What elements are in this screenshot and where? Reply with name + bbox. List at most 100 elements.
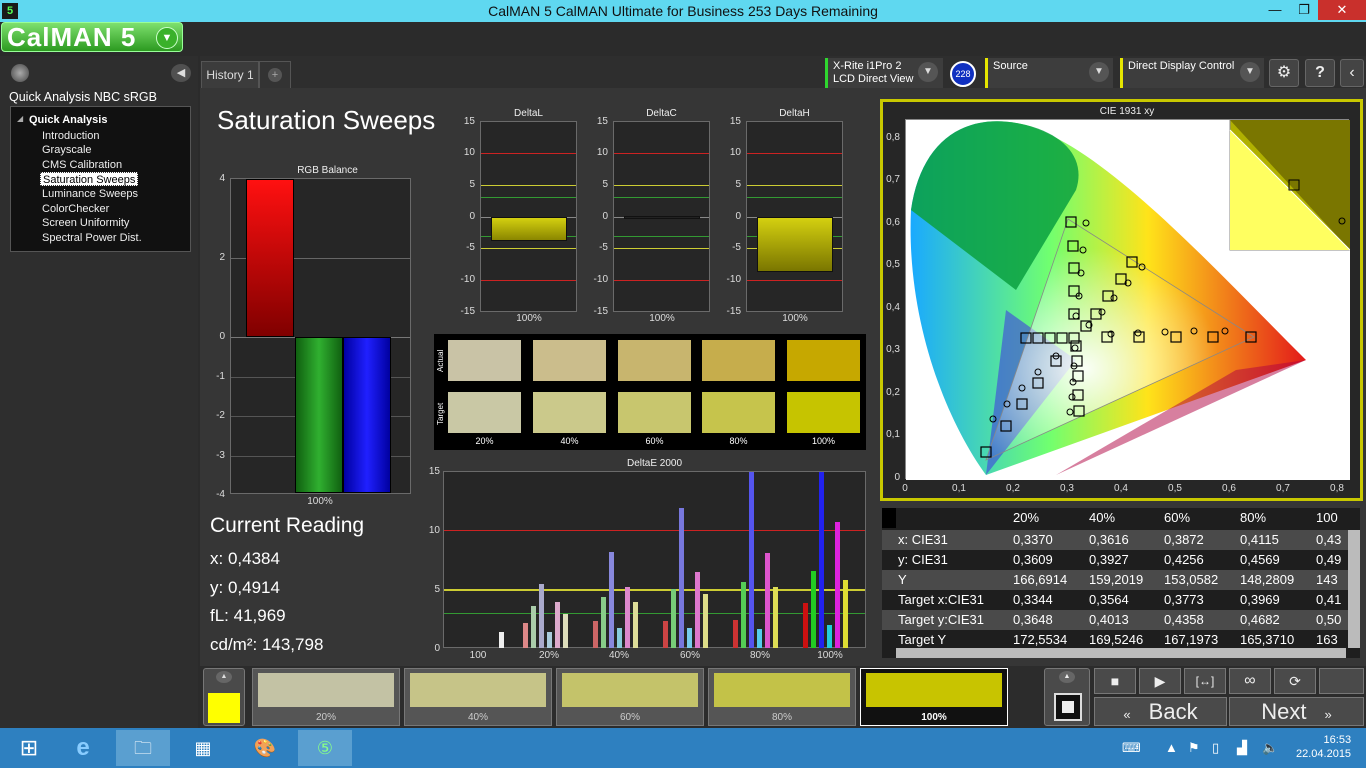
row-label: y: CIE31 [898,552,948,567]
volume-icon[interactable]: 🔈 [1262,740,1278,756]
signal-icon[interactable]: ▟ [1237,740,1247,756]
cie-ytick: 0,7 [886,174,900,185]
table-row: x: CIE31 0,3370 0,3616 0,3872 0,4115 0,4… [882,530,1348,550]
panel-collapse-button[interactable]: ‹ [1340,59,1364,87]
help-button[interactable]: ? [1305,59,1335,87]
tree-root-quick-analysis[interactable]: Quick Analysis [29,114,107,126]
cell: 0,49 [1316,552,1342,567]
deltaC-ytick: 5 [602,179,608,190]
deltaE-bar [741,582,746,648]
read-series-button[interactable]: [↔] [1184,668,1226,694]
meter-badge[interactable]: 228 [950,61,976,87]
display-selector[interactable]: Direct Display Control ▼ [1120,58,1264,88]
store-icon[interactable]: ▦ [176,730,230,766]
table-hscrollbar[interactable] [896,648,1346,658]
keyboard-icon[interactable]: ⌨ [1122,740,1141,756]
current-patch-tile[interactable]: ▲ [203,668,245,726]
deltaH-ytick: 15 [729,116,741,127]
source-dropdown-icon[interactable]: ▼ [1089,62,1109,82]
sidebar-item-cms-calibration[interactable]: CMS Calibration [40,158,124,172]
cell: 0,4358 [1164,612,1204,627]
swatch-label: 80% [729,436,748,446]
settings-button[interactable]: ⚙ [1269,59,1299,87]
calman-taskbar-icon[interactable]: ⑤ [298,730,352,766]
cie-chart [905,119,1351,480]
internet-explorer-icon[interactable]: e [56,730,110,766]
sidebar-item-screen-uniformity[interactable]: Screen Uniformity [40,216,131,230]
deltaL-ytick: -5 [466,242,475,253]
deltaL-bar [491,217,567,241]
file-explorer-icon[interactable]: 🗀 [116,730,170,766]
deltaL-chart [480,121,577,312]
sidebar-item-introduction[interactable]: Introduction [40,129,101,143]
stop-button[interactable]: ■ [1094,668,1136,694]
meter-dropdown-icon[interactable]: ▼ [918,62,938,82]
rgb-ytick: 2 [219,252,225,263]
patch-tile-100[interactable]: 100% [860,668,1008,726]
deltaC-ytick: 10 [596,147,608,158]
deltaC-chart [613,121,710,312]
devices-icon[interactable]: ▯ [1212,740,1219,756]
windows-start-icon[interactable]: ⊞ [2,730,56,766]
deltaH-bar [757,217,833,272]
display-dropdown-icon[interactable]: ▼ [1240,62,1260,82]
source-selector[interactable]: Source ▼ [985,58,1113,88]
sidebar-item-spectral-power[interactable]: Spectral Power Dist. [40,231,144,245]
deltaE-bar [757,629,762,648]
sidebar-circle-icon[interactable] [11,64,29,82]
next-arrow-icon: » [1324,707,1332,722]
target-swatch-20 [448,392,521,433]
paint-icon[interactable]: 🎨 [238,730,292,766]
clock[interactable]: 16:53 22.04.2015 [1296,733,1351,761]
deltaE-bar [749,472,754,648]
patch-tile-60[interactable]: 60% [556,668,704,726]
deltaC-ytick: -15 [593,306,608,317]
meter-selector[interactable]: X-Rite i1Pro 2 LCD Direct View ▼ [825,58,943,88]
cie-ytick: 0,3 [886,344,900,355]
row-label: Target x:CIE31 [898,592,984,607]
deltaE-xtick: 40% [608,650,629,661]
patch-tile-80[interactable]: 80% [708,668,856,726]
patch-tile-20[interactable]: 20% [252,668,400,726]
network-icon[interactable]: ⚑ [1188,740,1200,756]
deltaH-ytick: 0 [735,211,741,222]
tree-expand-icon[interactable]: ◢ [17,114,23,123]
continuous-button[interactable]: ∞ [1229,668,1271,694]
deltaE-bar [803,603,808,648]
tab-history-1[interactable]: History 1 [201,61,259,88]
sidebar-item-grayscale[interactable]: Grayscale [40,143,94,157]
stop-meter-button[interactable] [1054,693,1082,721]
deltaE-bar [593,621,598,648]
back-button[interactable]: « Back [1094,697,1227,726]
sidebar-item-saturation-sweeps[interactable]: Saturation Sweeps [40,172,139,186]
row-label: Target Y [898,632,947,647]
sidebar-collapse-button[interactable]: ◀ [171,64,191,82]
cell: 0,4013 [1089,612,1129,627]
extra-button[interactable] [1319,668,1364,694]
deltaE-bar [843,580,848,648]
minimize-button[interactable]: — [1260,0,1290,20]
deltaE-bar [555,602,560,648]
tray-up-icon[interactable]: ▲ [1165,740,1178,755]
current-y: y: 0,4914 [210,578,280,597]
deltaH-ytick: -5 [732,242,741,253]
app-icon: 5 [2,3,18,19]
refresh-button[interactable]: ⟳ [1274,668,1316,694]
cell: 0,3773 [1164,592,1204,607]
deltaE-bar [609,552,614,648]
table-row: Target x:CIE31 0,3344 0,3564 0,3773 0,39… [882,590,1348,610]
cie-ytick: 0,1 [886,429,900,440]
play-button[interactable]: ▶ [1139,668,1181,694]
cie-xtick: 0,7 [1276,483,1290,494]
close-button[interactable]: ✕ [1318,0,1366,20]
restore-button[interactable]: ❐ [1289,0,1319,20]
sidebar-item-luminance-sweeps[interactable]: Luminance Sweeps [40,187,140,201]
next-button[interactable]: Next » [1229,697,1364,726]
sidebar-item-colorchecker[interactable]: ColorChecker [40,202,111,216]
table-vscrollbar[interactable] [1348,530,1360,648]
patch-tile-40[interactable]: 40% [404,668,552,726]
add-tab-button[interactable]: + [259,61,291,88]
cie-xtick: 0,8 [1330,483,1344,494]
logo-menu-button[interactable]: ▼ [156,27,178,49]
target-swatch-60 [618,392,691,433]
